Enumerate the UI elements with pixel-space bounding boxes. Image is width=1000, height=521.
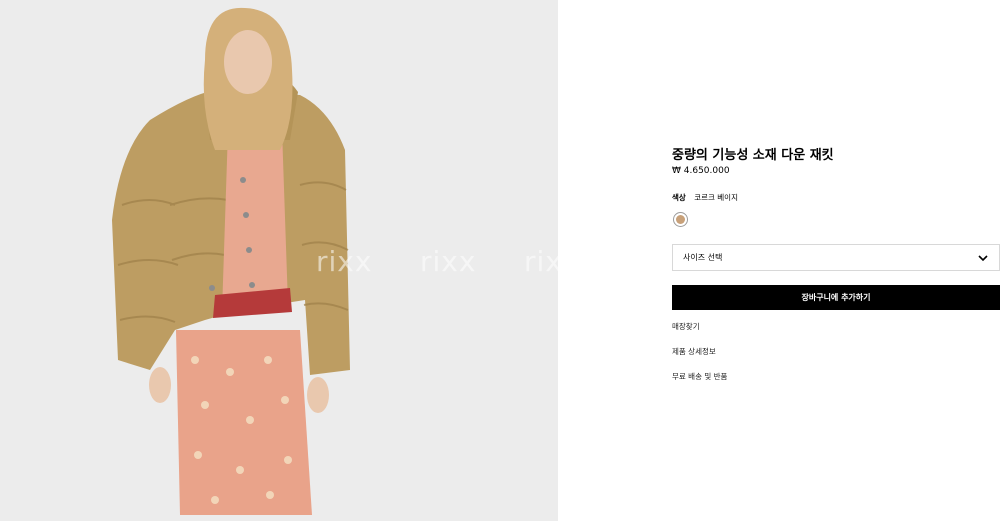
add-to-cart-button[interactable]: 장바구니에 추가하기: [672, 285, 1000, 310]
color-key: 색상: [672, 193, 686, 202]
store-finder-link[interactable]: 매장찾기: [672, 321, 700, 332]
color-info: 색상 코르크 베이지: [672, 192, 738, 203]
product-details-link[interactable]: 제품 상세정보: [672, 346, 716, 357]
watermark-text: rixx: [524, 245, 558, 278]
product-image-gallery[interactable]: rixx rixx rixx: [0, 0, 558, 521]
color-swatch-fill: [676, 215, 685, 224]
watermark-text: rixx: [420, 245, 477, 278]
product-title: 중량의 기능성 소재 다운 재킷: [672, 148, 834, 163]
color-value: 코르크 베이지: [694, 193, 738, 202]
watermark-text: rixx: [316, 245, 373, 278]
size-select-dropdown[interactable]: 사이즈 선택: [672, 244, 1000, 271]
size-select-label: 사이즈 선택: [683, 253, 723, 262]
product-details-panel: 중량의 기능성 소재 다운 재킷 ₩ 4.650.000 색상 코르크 베이지 …: [672, 0, 1000, 521]
add-to-cart-label: 장바구니에 추가하기: [801, 293, 871, 302]
color-swatch[interactable]: [673, 212, 688, 227]
shipping-returns-link[interactable]: 무료 배송 및 반품: [672, 371, 727, 382]
product-price: ₩ 4.650.000: [672, 166, 730, 176]
chevron-down-icon: [978, 254, 988, 261]
